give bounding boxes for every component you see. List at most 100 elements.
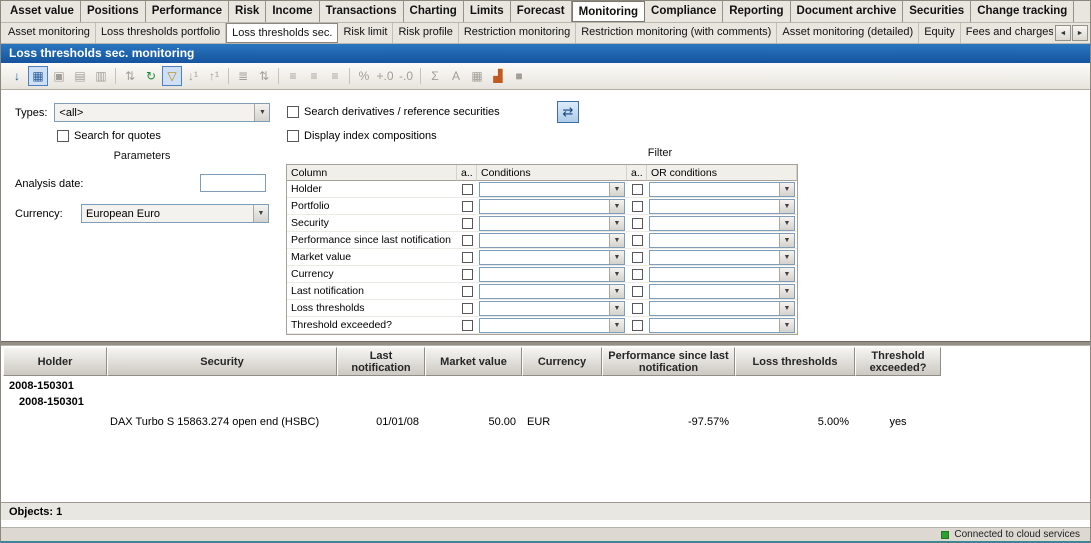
toolbar-icon-save[interactable]: ▤ bbox=[70, 66, 90, 86]
filter-or-conditions-dropdown[interactable] bbox=[649, 267, 795, 282]
toolbar-icon-transfer[interactable]: ⇅ bbox=[120, 66, 140, 86]
filter-or-checkbox[interactable] bbox=[632, 201, 643, 212]
results-column-header[interactable]: Loss thresholds bbox=[735, 347, 855, 376]
results-column-header[interactable]: Security bbox=[107, 347, 337, 376]
toolbar-icon-remove-decimal[interactable]: -.0 bbox=[396, 66, 416, 86]
menu-tab-positions[interactable]: Positions bbox=[81, 1, 146, 22]
filter-and-checkbox[interactable] bbox=[462, 252, 473, 263]
types-dropdown[interactable]: <all> bbox=[54, 103, 270, 122]
filter-conditions-dropdown[interactable] bbox=[479, 216, 625, 231]
currency-dropdown[interactable]: European Euro bbox=[81, 204, 269, 223]
filter-or-conditions-dropdown[interactable] bbox=[649, 233, 795, 248]
filter-conditions-dropdown[interactable] bbox=[479, 233, 625, 248]
filter-or-conditions-dropdown[interactable] bbox=[649, 284, 795, 299]
menu-tab-document-archive[interactable]: Document archive bbox=[791, 1, 904, 22]
filter-or-checkbox[interactable] bbox=[632, 184, 643, 195]
toolbar-icon-stop[interactable]: ■ bbox=[509, 66, 529, 86]
search-derivatives-checkbox[interactable] bbox=[287, 106, 299, 118]
filter-or-checkbox[interactable] bbox=[632, 286, 643, 297]
sub-tab-risk-profile[interactable]: Risk profile bbox=[393, 23, 458, 43]
filter-and-checkbox[interactable] bbox=[462, 218, 473, 229]
toolbar-icon-chart[interactable]: ▟ bbox=[488, 66, 508, 86]
filter-and-checkbox[interactable] bbox=[462, 303, 473, 314]
toolbar-icon-sort-asc[interactable]: ↑¹ bbox=[204, 66, 224, 86]
menu-tab-securities[interactable]: Securities bbox=[903, 1, 971, 22]
toolbar-icon-align-left[interactable]: ≡ bbox=[283, 66, 303, 86]
menu-tab-charting[interactable]: Charting bbox=[404, 1, 464, 22]
sub-tab-asset-monitoring[interactable]: Asset monitoring bbox=[3, 23, 96, 43]
filter-and-checkbox[interactable] bbox=[462, 286, 473, 297]
toolbar-icon-sort-desc[interactable]: ↓¹ bbox=[183, 66, 203, 86]
toolbar-icon-subtotal[interactable]: Σ bbox=[425, 66, 445, 86]
filter-conditions-dropdown[interactable] bbox=[479, 301, 625, 316]
filter-conditions-dropdown[interactable] bbox=[479, 250, 625, 265]
tab-scroll-right-button[interactable]: ► bbox=[1072, 25, 1088, 41]
menu-tab-change-tracking[interactable]: Change tracking bbox=[971, 1, 1074, 22]
toolbar-icon-font[interactable]: A bbox=[446, 66, 466, 86]
refresh-search-button[interactable]: ⇄ bbox=[557, 101, 579, 123]
toolbar-icon-refresh[interactable]: ↻ bbox=[141, 66, 161, 86]
filter-conditions-dropdown[interactable] bbox=[479, 199, 625, 214]
sub-tab-restriction-monitoring[interactable]: Restriction monitoring bbox=[459, 23, 576, 43]
toolbar-icon-add-decimal[interactable]: +.0 bbox=[375, 66, 395, 86]
filter-or-checkbox[interactable] bbox=[632, 320, 643, 331]
results-column-header[interactable]: Holder bbox=[3, 347, 107, 376]
filter-conditions-dropdown[interactable] bbox=[479, 318, 625, 333]
filter-and-checkbox[interactable] bbox=[462, 320, 473, 331]
filter-or-conditions-dropdown[interactable] bbox=[649, 182, 795, 197]
filter-and-checkbox[interactable] bbox=[462, 201, 473, 212]
display-index-checkbox[interactable] bbox=[287, 130, 299, 142]
sub-tab-loss-thresholds-sec[interactable]: Loss thresholds sec. bbox=[226, 23, 338, 43]
filter-or-checkbox[interactable] bbox=[632, 218, 643, 229]
filter-or-checkbox[interactable] bbox=[632, 269, 643, 280]
filter-conditions-dropdown[interactable] bbox=[479, 284, 625, 299]
menu-tab-transactions[interactable]: Transactions bbox=[320, 1, 404, 22]
menu-tab-forecast[interactable]: Forecast bbox=[511, 1, 572, 22]
toolbar-icon-grid[interactable]: ▦ bbox=[467, 66, 487, 86]
menu-tab-performance[interactable]: Performance bbox=[146, 1, 229, 22]
filter-and-checkbox[interactable] bbox=[462, 269, 473, 280]
toolbar-icon-sort-alpha[interactable]: ⇅ bbox=[254, 66, 274, 86]
filter-or-conditions-dropdown[interactable] bbox=[649, 250, 795, 265]
results-column-header[interactable]: Currency bbox=[522, 347, 602, 376]
menu-tab-limits[interactable]: Limits bbox=[464, 1, 511, 22]
filter-conditions-dropdown[interactable] bbox=[479, 267, 625, 282]
filter-or-checkbox[interactable] bbox=[632, 303, 643, 314]
results-group-row[interactable]: 2008-150301 bbox=[3, 378, 1090, 394]
toolbar-icon-table-design[interactable]: ▦ bbox=[28, 66, 48, 86]
toolbar-icon-load-table[interactable]: ↓ bbox=[7, 66, 27, 86]
menu-tab-reporting[interactable]: Reporting bbox=[723, 1, 790, 22]
sub-tab-loss-thresholds-portfolio[interactable]: Loss thresholds portfolio bbox=[96, 23, 226, 43]
results-column-header[interactable]: Market value bbox=[425, 347, 522, 376]
menu-tab-risk[interactable]: Risk bbox=[229, 1, 266, 22]
results-column-header[interactable]: Last notification bbox=[337, 347, 425, 376]
filter-and-checkbox[interactable] bbox=[462, 184, 473, 195]
toolbar-icon-print[interactable]: ▥ bbox=[91, 66, 111, 86]
sub-tab-equity[interactable]: Equity bbox=[919, 23, 961, 43]
tab-scroll-left-button[interactable]: ◄ bbox=[1055, 25, 1071, 41]
results-column-header[interactable]: Threshold exceeded? bbox=[855, 347, 941, 376]
sub-tab-fees-and-charges[interactable]: Fees and charges bbox=[961, 23, 1053, 43]
filter-or-conditions-dropdown[interactable] bbox=[649, 199, 795, 214]
search-quotes-checkbox[interactable] bbox=[57, 130, 69, 142]
sub-tab-restriction-monitoring-comments[interactable]: Restriction monitoring (with comments) bbox=[576, 23, 777, 43]
toolbar-icon-align-right[interactable]: ≡ bbox=[325, 66, 345, 86]
menu-tab-income[interactable]: Income bbox=[266, 1, 319, 22]
filter-or-checkbox[interactable] bbox=[632, 252, 643, 263]
menu-tab-asset-value[interactable]: Asset value bbox=[4, 1, 81, 22]
results-data-row[interactable]: DAX Turbo S 15863.274 open end (HSBC) 01… bbox=[3, 414, 1090, 430]
toolbar-icon-copy[interactable]: ▣ bbox=[49, 66, 69, 86]
toolbar-icon-filter[interactable]: ▽ bbox=[162, 66, 182, 86]
filter-or-conditions-dropdown[interactable] bbox=[649, 301, 795, 316]
filter-or-conditions-dropdown[interactable] bbox=[649, 318, 795, 333]
filter-or-checkbox[interactable] bbox=[632, 235, 643, 246]
results-column-header[interactable]: Performance since last notification bbox=[602, 347, 735, 376]
toolbar-icon-percent[interactable]: % bbox=[354, 66, 374, 86]
sub-tab-asset-monitoring-detailed[interactable]: Asset monitoring (detailed) bbox=[777, 23, 919, 43]
menu-tab-compliance[interactable]: Compliance bbox=[645, 1, 723, 22]
analysis-date-input[interactable] bbox=[200, 174, 266, 192]
menu-tab-monitoring[interactable]: Monitoring bbox=[572, 1, 645, 22]
toolbar-icon-align-center[interactable]: ≡ bbox=[304, 66, 324, 86]
filter-and-checkbox[interactable] bbox=[462, 235, 473, 246]
filter-or-conditions-dropdown[interactable] bbox=[649, 216, 795, 231]
